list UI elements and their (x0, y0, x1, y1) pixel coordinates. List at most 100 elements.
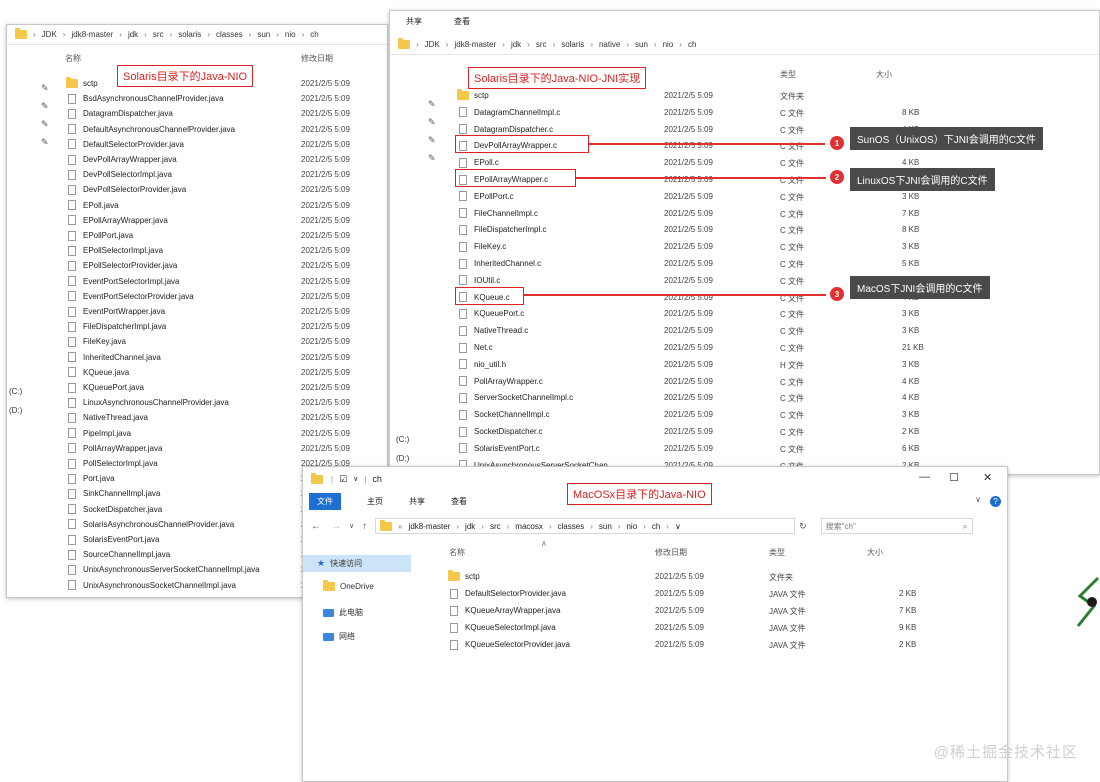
drive-d[interactable]: (D:) (396, 454, 409, 463)
file-row[interactable]: SolarisAsynchronousChannelProvider.java (65, 517, 234, 532)
file-row[interactable]: Port.java (65, 471, 115, 486)
properties-icon[interactable]: ☑ (339, 474, 347, 485)
file-row[interactable]: DefaultAsynchronousChannelProvider.java (65, 122, 235, 137)
breadcrumb-item[interactable]: JDK (425, 40, 440, 49)
drive-c[interactable]: (C:) (396, 435, 409, 444)
nav-network[interactable]: 网络 (323, 631, 355, 642)
file-row[interactable]: FileKey.c (456, 239, 506, 254)
drive-d[interactable]: (D:) (9, 406, 22, 415)
tab-share[interactable]: 共享 (406, 16, 422, 27)
file-row[interactable]: nio_util.h (456, 357, 506, 372)
file-row[interactable]: FileDispatcherImpl.java (65, 319, 166, 334)
file-row[interactable]: SocketDispatcher.java (65, 502, 162, 517)
address-dropdown-icon[interactable]: ∨ (675, 522, 681, 531)
column-type-header[interactable]: 类型 (769, 547, 785, 558)
breadcrumb-item[interactable]: macosx (515, 522, 543, 531)
up-arrow-icon[interactable]: ↑ (362, 521, 367, 532)
search-input[interactable]: 搜索"ch" ⌕ (820, 518, 973, 534)
recent-dropdown-icon[interactable]: ∨ (349, 522, 354, 530)
file-row[interactable]: KQueueSelectorImpl.java (447, 620, 556, 635)
breadcrumb-item[interactable]: sun (635, 40, 648, 49)
file-row[interactable]: KQueueArrayWrapper.java (447, 603, 560, 618)
drive-c[interactable]: (C:) (9, 387, 22, 396)
file-row[interactable]: EventPortSelectorImpl.java (65, 274, 180, 289)
column-type-header[interactable]: 类型 (780, 69, 796, 80)
breadcrumb-item[interactable]: ch (688, 40, 696, 49)
column-modified-header[interactable]: 修改日期 (301, 53, 333, 64)
maximize-button[interactable]: ☐ (949, 471, 959, 484)
column-name-header[interactable]: 名称 (65, 53, 81, 64)
file-row[interactable]: PollArrayWrapper.java (65, 441, 162, 456)
file-row[interactable]: NativeThread.java (65, 410, 148, 425)
nav-onedrive[interactable]: OneDrive (323, 580, 374, 591)
column-name-header[interactable]: 名称 (449, 547, 465, 558)
file-row[interactable]: FileDispatcherImpl.c (456, 222, 546, 237)
close-button[interactable]: ✕ (983, 471, 992, 484)
column-size-header[interactable]: 大小 (867, 547, 883, 558)
file-row[interactable]: DevPollSelectorProvider.java (65, 182, 186, 197)
file-row[interactable]: InheritedChannel.c (456, 256, 541, 271)
file-row[interactable]: PollSelectorImpl.java (65, 456, 158, 471)
file-row[interactable]: UnixAsynchronousServerSocketChannelImpl.… (65, 562, 260, 577)
file-row[interactable]: EPollArrayWrapper.java (65, 213, 168, 228)
breadcrumb-item[interactable]: jdk8-master (71, 30, 113, 39)
file-row[interactable]: EPoll.java (65, 198, 119, 213)
file-row[interactable]: KQueuePort.java (65, 380, 144, 395)
breadcrumb-item[interactable]: src (153, 30, 164, 39)
nav-quick-access[interactable]: ★ 快速访问 (303, 555, 411, 572)
file-row[interactable]: EPoll.c (456, 155, 499, 170)
file-row[interactable]: KQueue.java (65, 365, 129, 380)
breadcrumb-item[interactable]: jdk8-master (409, 522, 451, 531)
file-row[interactable]: DefaultSelectorProvider.java (447, 586, 566, 601)
breadcrumb-item[interactable]: classes (558, 522, 585, 531)
help-icon[interactable]: ? (990, 496, 1001, 507)
breadcrumb-item[interactable]: nio (285, 30, 296, 39)
address-bar[interactable]: › JDK › jdk8-master › jdk › src › solaris › classes… (7, 25, 387, 45)
file-row[interactable]: FileKey.java (65, 334, 126, 349)
file-row[interactable]: SourceChannelImpl.java (65, 547, 170, 562)
file-row[interactable]: EPollSelectorProvider.java (65, 258, 177, 273)
file-row[interactable]: SinkChannelImpl.java (65, 486, 160, 501)
breadcrumb-item[interactable]: classes (216, 30, 243, 39)
breadcrumb-item[interactable]: nio (663, 40, 674, 49)
column-modified-header[interactable]: 修改日期 (655, 547, 687, 558)
file-row[interactable]: DatagramDispatcher.java (65, 106, 173, 121)
file-row[interactable]: SocketDispatcher.c (456, 424, 542, 439)
breadcrumb-item[interactable]: ch (310, 30, 318, 39)
breadcrumb-item[interactable]: sun (257, 30, 270, 39)
tab-view[interactable]: 查看 (451, 496, 467, 507)
file-row[interactable]: ServerSocketChannelImpl.c (456, 390, 573, 405)
breadcrumb-item[interactable]: jdk (511, 40, 521, 49)
file-row[interactable]: PollArrayWrapper.c (456, 374, 543, 389)
folder-row[interactable]: sctp (447, 569, 480, 584)
column-size-header[interactable]: 大小 (876, 69, 892, 80)
back-arrow-icon[interactable]: ← (311, 521, 321, 532)
tab-view[interactable]: 查看 (454, 16, 470, 27)
file-row[interactable]: KQueueSelectorProvider.java (447, 637, 570, 652)
breadcrumb-item[interactable]: jdk (465, 522, 475, 531)
file-row[interactable]: UnixAsynchronousSocketChannelImpl.java (65, 578, 236, 593)
tab-share[interactable]: 共享 (409, 496, 425, 507)
file-row[interactable]: IOUtil.c (456, 273, 500, 288)
breadcrumb-item[interactable]: native (599, 40, 620, 49)
file-row[interactable]: SolarisEventPort.c (456, 441, 540, 456)
file-row[interactable]: Net.c (456, 340, 493, 355)
breadcrumb-item[interactable]: src (536, 40, 547, 49)
file-row[interactable]: DatagramChannelImpl.c (456, 105, 560, 120)
file-row[interactable]: DevPollArrayWrapper.java (65, 152, 177, 167)
folder-row[interactable]: sctp (456, 88, 489, 103)
file-row[interactable]: InheritedChannel.java (65, 350, 161, 365)
breadcrumb-item[interactable]: ch (652, 522, 660, 531)
file-row[interactable]: EventPortWrapper.java (65, 304, 165, 319)
file-row[interactable]: KQueuePort.c (456, 306, 524, 321)
file-row[interactable]: EPollSelectorImpl.java (65, 243, 163, 258)
file-row[interactable]: LinuxAsynchronousChannelProvider.java (65, 395, 229, 410)
forward-arrow-icon[interactable]: → (331, 521, 341, 532)
breadcrumb-item[interactable]: sun (599, 522, 612, 531)
breadcrumb-item[interactable]: solaris (178, 30, 201, 39)
expand-ribbon-icon[interactable]: ∨ (975, 495, 981, 504)
chevron-down-icon[interactable]: ∨ (353, 475, 358, 483)
file-row[interactable]: EPollPort.java (65, 228, 133, 243)
breadcrumb-item[interactable]: jdk (128, 30, 138, 39)
breadcrumb-item[interactable]: JDK (42, 30, 57, 39)
